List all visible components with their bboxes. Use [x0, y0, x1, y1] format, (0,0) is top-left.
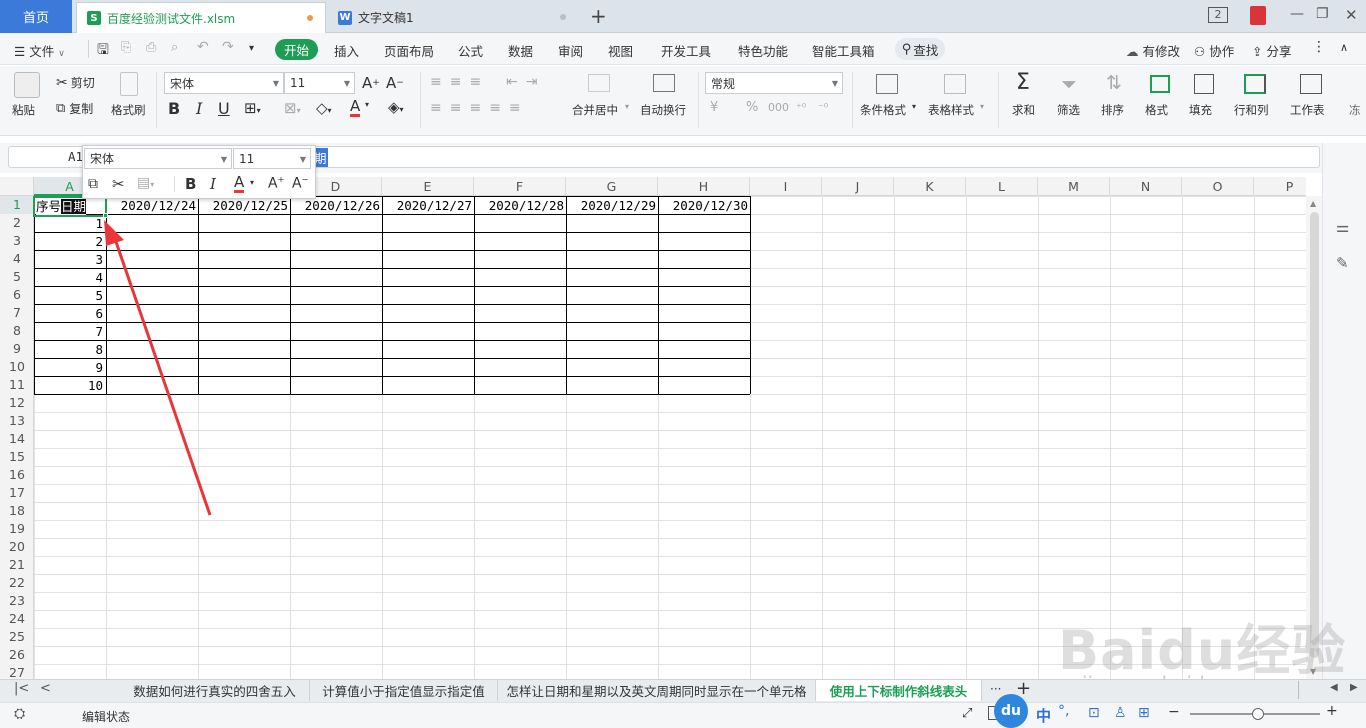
tools-icon[interactable]: ✎ — [1336, 254, 1349, 272]
mini-scissors-icon[interactable]: ✂ — [112, 175, 125, 193]
arrow-shaft — [112, 235, 212, 516]
ime-user-icon[interactable]: ♙ — [1114, 705, 1127, 721]
zoom-slider-thumb[interactable] — [1252, 708, 1264, 720]
chevron-down-icon: ▼ — [220, 155, 227, 164]
scroll-up-icon[interactable]: ▲ — [1310, 199, 1316, 208]
chevron-down-icon: ▼ — [299, 155, 306, 164]
mini-bold-icon[interactable]: B — [185, 175, 196, 193]
sheet-tab-diagonal-header[interactable]: 使用上下标制作斜线表头 — [816, 680, 982, 701]
divider — [1298, 681, 1299, 699]
status-bar — [0, 702, 1366, 728]
fullscreen-icon[interactable]: ⤢ — [962, 706, 972, 721]
scroll-right-icon[interactable]: ▶ — [1350, 682, 1358, 693]
divider — [174, 176, 175, 192]
scroll-left-icon[interactable]: ◀ — [1330, 682, 1338, 693]
mini-copy-icon[interactable]: ⧉ — [88, 176, 98, 192]
chevron-down-icon[interactable]: ▾ — [250, 178, 254, 187]
edit-mode-label: 编辑状态 — [82, 710, 131, 724]
prev-sheet-icon[interactable]: < — [40, 681, 51, 696]
mini-italic-icon[interactable]: I — [210, 175, 216, 193]
ime-toolbox-icon[interactable]: ⊡ — [1088, 705, 1100, 721]
mini-font-name-select[interactable]: 宋体 ▼ — [84, 148, 232, 169]
ime-grid-icon[interactable]: ⊞ — [1138, 705, 1150, 721]
mini-font-size-select[interactable]: 11 ▼ — [233, 148, 311, 169]
mini-font-size-value: 11 — [239, 151, 255, 166]
arrow-head — [104, 220, 124, 246]
scroll-thumb[interactable] — [1310, 212, 1319, 658]
ime-indicator[interactable]: 中 — [1036, 705, 1051, 726]
first-sheet-icon[interactable]: |< — [14, 681, 29, 696]
settings-sliders-icon[interactable]: ⚌ — [1336, 218, 1349, 236]
mini-font-name-value: 宋体 — [90, 152, 115, 166]
sheet-tab-date-week[interactable]: 怎样让日期和星期以及英文周期同时显示在一个单元格 — [498, 680, 816, 701]
more-sheets-button[interactable]: ··· — [990, 682, 1001, 696]
zoom-in-icon[interactable]: + — [1326, 703, 1338, 719]
baidu-du-logo-icon: du — [994, 694, 1028, 728]
zoom-out-icon[interactable]: − — [1168, 704, 1180, 720]
ime-punct-icon[interactable]: °, — [1058, 703, 1069, 719]
mini-increase-font-icon[interactable]: A+ — [268, 175, 284, 192]
sheet-tab-min-value[interactable]: 计算值小于指定值显示指定值 — [310, 680, 498, 701]
mini-paste-icon[interactable]: ▤▾ — [137, 175, 154, 191]
macro-record-icon[interactable]: ⛭ — [14, 706, 25, 722]
mini-font-color-icon[interactable]: A — [234, 174, 245, 193]
mini-decrease-font-icon[interactable]: A− — [292, 175, 308, 192]
sheet-tab-rounding[interactable]: 数据如何进行真实的四舍五入 — [120, 680, 310, 701]
